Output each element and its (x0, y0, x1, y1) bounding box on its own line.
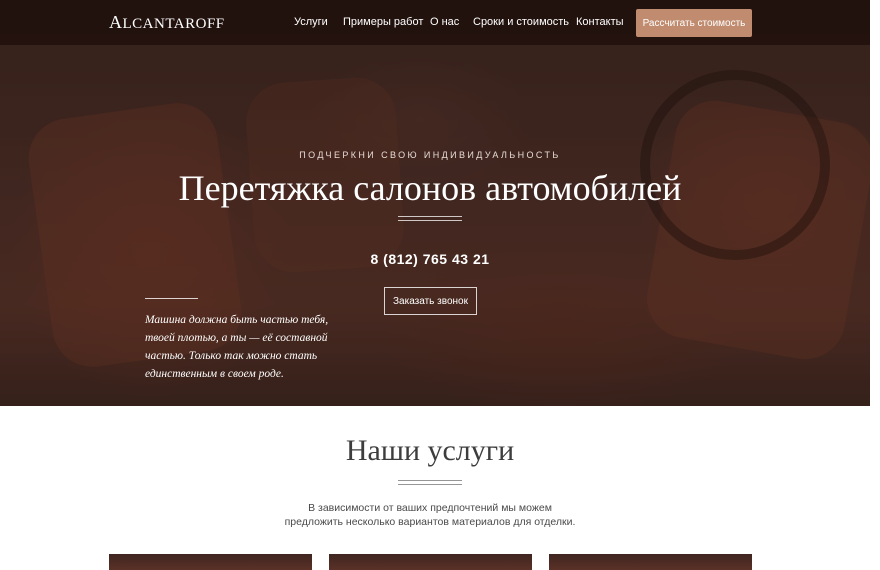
services-description: В зависимости от ваших предпочтений мы м… (284, 502, 576, 528)
service-card[interactable] (329, 554, 532, 570)
nav-link-portfolio[interactable]: Примеры работ (343, 16, 423, 28)
hero-content: ПОДЧЕРКНИ СВОЮ ИНДИВИДУАЛЬНОСТЬ Перетяжк… (0, 0, 870, 406)
top-navigation: ALCANTAROFF Услуги Примеры работ О нас С… (0, 0, 870, 45)
logo[interactable]: ALCANTAROFF (109, 12, 225, 33)
request-call-button[interactable]: Заказать звонок (384, 287, 477, 315)
nav-link-contacts[interactable]: Контакты (576, 16, 624, 28)
service-card[interactable] (549, 554, 752, 570)
quote-divider (145, 298, 198, 299)
hero-quote: Машина должна быть частью тебя, твоей пл… (145, 314, 329, 380)
hero-section: ПОДЧЕРКНИ СВОЮ ИНДИВИДУАЛЬНОСТЬ Перетяжк… (0, 0, 870, 406)
services-title: Наши услуги (345, 434, 515, 467)
nav-link-services[interactable]: Услуги (294, 16, 328, 28)
nav-link-about[interactable]: О нас (430, 16, 459, 28)
nav-link-pricing[interactable]: Сроки и стоимость (473, 16, 569, 28)
hero-divider (398, 216, 462, 221)
service-card[interactable] (109, 554, 312, 570)
services-divider (398, 480, 462, 485)
hero-tagline: ПОДЧЕРКНИ СВОЮ ИНДИВИДУАЛЬНОСТЬ (299, 150, 561, 160)
hero-title: Перетяжка салонов автомобилей (178, 168, 682, 208)
calculate-cost-button[interactable]: Рассчитать стоимость (636, 9, 752, 37)
phone-number[interactable]: 8 (812) 765 43 21 (0, 251, 860, 267)
